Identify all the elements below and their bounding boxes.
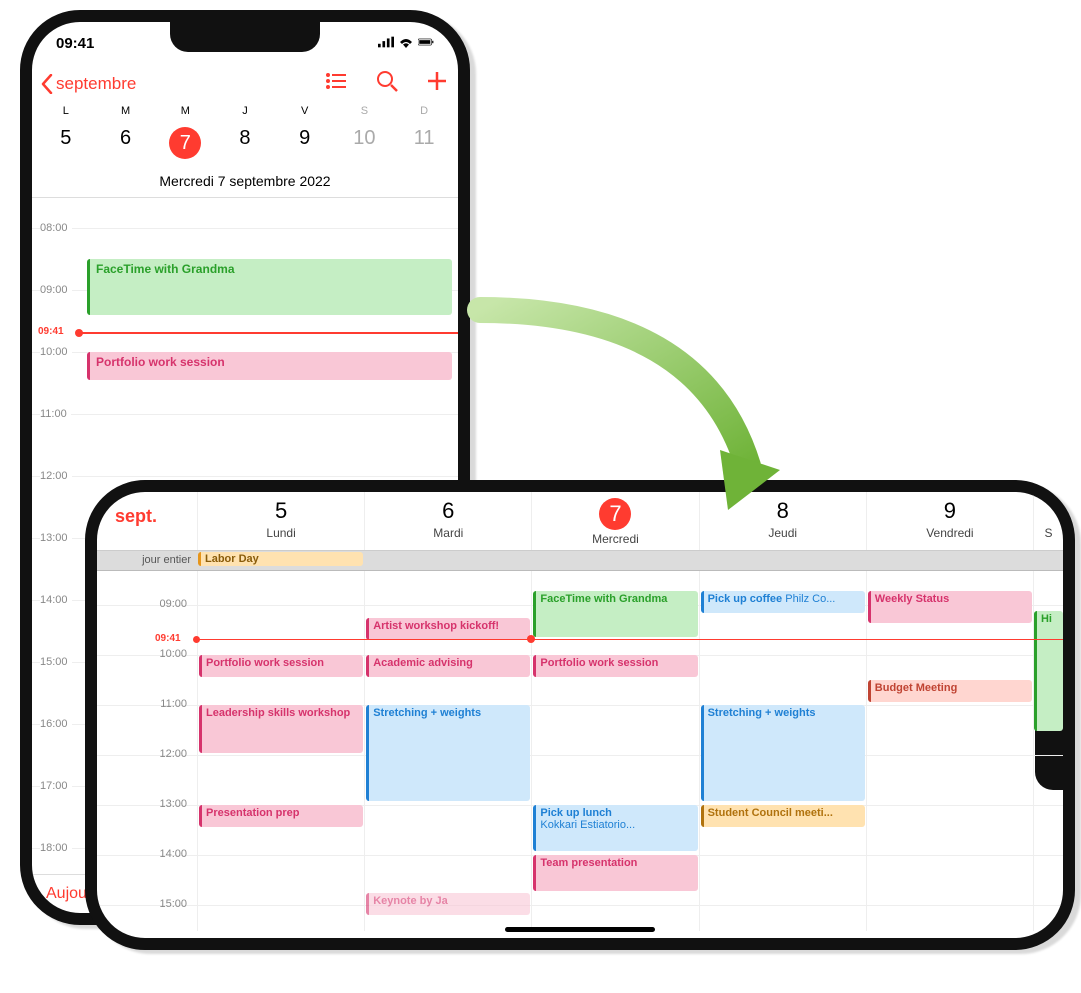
hour-label: 15:00	[40, 656, 72, 668]
month-label[interactable]: sept.	[97, 492, 197, 550]
phone-landscape-frame: sept. 5 Lundi 6 Mardi 7 Mercredi 8 Jeudi…	[85, 480, 1075, 950]
back-button[interactable]: septembre	[40, 74, 136, 94]
today-button[interactable]: Aujou	[46, 885, 87, 902]
event-artist-workshop[interactable]: Artist workshop kickoff!	[366, 618, 530, 640]
all-day-row: jour entier Labor Day	[97, 551, 1063, 571]
event-presentation-prep[interactable]: Presentation prep	[199, 805, 363, 827]
date-cell[interactable]: 5	[36, 123, 96, 163]
notch	[170, 22, 320, 52]
battery-icon	[418, 35, 434, 51]
now-time-label: 09:41	[155, 633, 181, 644]
event-partial[interactable]: Hi	[1034, 611, 1063, 731]
day-header[interactable]: 9 Vendredi	[866, 492, 1033, 550]
hour-label: 15:00	[97, 898, 192, 910]
weekday-label: D	[394, 105, 454, 117]
time-column: 09:00 10:00 11:00 12:00 13:00 14:00 15:0…	[97, 571, 197, 931]
now-indicator	[80, 332, 458, 334]
event-budget-meeting[interactable]: Budget Meeting	[868, 680, 1032, 702]
event-team-presentation[interactable]: Team presentation	[533, 855, 697, 891]
hour-label: 10:00	[97, 648, 192, 660]
now-time-label: 09:41	[38, 326, 64, 337]
add-icon[interactable]	[426, 70, 448, 97]
toolbar: septembre	[32, 64, 458, 105]
day-column-mon[interactable]: Portfolio work session Leadership skills…	[197, 571, 364, 931]
day-header[interactable]: 6 Mardi	[364, 492, 531, 550]
status-time: 09:41	[56, 35, 94, 52]
event-leadership[interactable]: Leadership skills workshop	[199, 705, 363, 753]
event-student-council[interactable]: Student Council meeti...	[701, 805, 865, 827]
status-icons	[378, 35, 434, 51]
date-cell[interactable]: 9	[275, 123, 335, 163]
home-indicator[interactable]	[505, 927, 655, 932]
day-header-partial[interactable]: S	[1033, 492, 1063, 550]
hour-label: 09:00	[97, 598, 192, 610]
weekday-label: S	[335, 105, 395, 117]
hour-label: 18:00	[40, 842, 72, 854]
hour-label: 09:00	[40, 284, 72, 296]
weekday-label: V	[275, 105, 335, 117]
day-header[interactable]: 8 Jeudi	[699, 492, 866, 550]
hour-label: 13:00	[97, 798, 192, 810]
hour-label: 08:00	[40, 222, 72, 234]
day-column-tue[interactable]: Artist workshop kickoff! Academic advisi…	[364, 571, 531, 931]
search-icon[interactable]	[376, 70, 398, 97]
week-header: sept. 5 Lundi 6 Mardi 7 Mercredi 8 Jeudi…	[97, 492, 1063, 551]
event-keynote[interactable]: Keynote by Ja	[366, 893, 530, 915]
now-indicator-dot	[527, 635, 535, 643]
date-cell-today[interactable]: 7	[155, 123, 215, 163]
day-column-thu[interactable]: Pick up coffee Philz Co... Stretching + …	[699, 571, 866, 931]
hour-label: 14:00	[97, 848, 192, 860]
hour-label: 17:00	[40, 780, 72, 792]
event-lunch[interactable]: Pick up lunch Kokkari Estiatorio...	[533, 805, 697, 851]
event-pickup-coffee[interactable]: Pick up coffee Philz Co...	[701, 591, 865, 613]
date-cell[interactable]: 6	[96, 123, 156, 163]
cellular-icon	[378, 35, 394, 51]
event-facetime[interactable]: FaceTime with Grandma	[87, 259, 452, 315]
day-column-fri[interactable]: Weekly Status Budget Meeting	[866, 571, 1033, 931]
hour-label: 16:00	[40, 718, 72, 730]
event-weekly-status[interactable]: Weekly Status	[868, 591, 1032, 623]
event-portfolio[interactable]: Portfolio work session	[533, 655, 697, 677]
hour-label: 12:00	[40, 470, 72, 482]
event-stretching[interactable]: Stretching + weights	[366, 705, 530, 801]
event-portfolio[interactable]: Portfolio work session	[199, 655, 363, 677]
event-facetime[interactable]: FaceTime with Grandma	[533, 591, 697, 637]
hour-label: 14:00	[40, 594, 72, 606]
all-day-label: jour entier	[97, 551, 197, 570]
date-cell[interactable]: 11	[394, 123, 454, 163]
all-day-event[interactable]: Labor Day	[198, 552, 363, 566]
hour-label: 11:00	[40, 408, 71, 420]
weekday-label: M	[96, 105, 156, 117]
date-cell[interactable]: 8	[215, 123, 275, 163]
event-portfolio[interactable]: Portfolio work session	[87, 352, 452, 380]
weekday-label: M	[155, 105, 215, 117]
day-header-today[interactable]: 7 Mercredi	[531, 492, 698, 550]
weekday-label: J	[215, 105, 275, 117]
hour-label: 13:00	[40, 532, 72, 544]
hour-label: 11:00	[97, 698, 192, 710]
day-header[interactable]: 5 Lundi	[197, 492, 364, 550]
event-stretching[interactable]: Stretching + weights	[701, 705, 865, 801]
now-indicator	[197, 639, 1063, 640]
event-academic-advising[interactable]: Academic advising	[366, 655, 530, 677]
wifi-icon	[398, 35, 414, 51]
date-row: 5 6 7 8 9 10 11	[32, 117, 458, 173]
week-grid[interactable]: 09:00 10:00 11:00 12:00 13:00 14:00 15:0…	[97, 571, 1063, 931]
day-column-sat-partial[interactable]: Hi	[1033, 571, 1063, 931]
list-icon[interactable]	[326, 70, 348, 97]
day-column-wed[interactable]: FaceTime with Grandma Portfolio work ses…	[531, 571, 698, 931]
hour-label: 12:00	[97, 748, 192, 760]
back-label: septembre	[56, 74, 136, 94]
hour-label: 10:00	[40, 346, 72, 358]
date-cell[interactable]: 10	[335, 123, 395, 163]
weekday-label: L	[36, 105, 96, 117]
weekday-row: L M M J V S D	[32, 105, 458, 117]
date-full-label: Mercredi 7 septembre 2022	[32, 173, 458, 198]
